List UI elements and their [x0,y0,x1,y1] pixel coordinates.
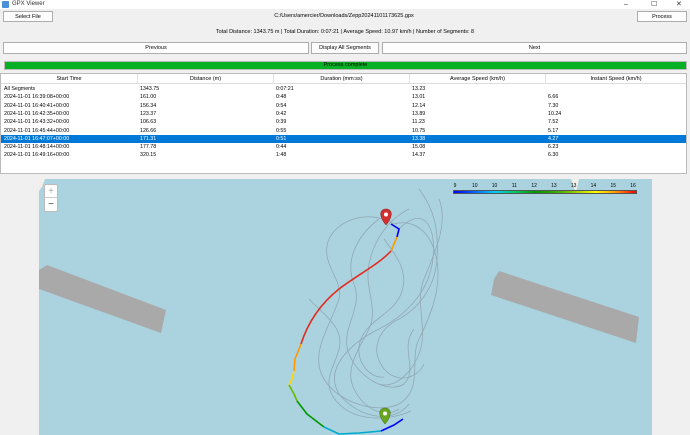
map-canvas [39,179,639,435]
legend-tick-label: 12 [531,183,537,189]
pier-left [39,265,166,333]
table-row[interactable]: 2024-11-01 16:49:16+00:00 320.15 1:48 14.37… [1,151,686,159]
table-cell: 0:51 [276,135,287,142]
table-cell: 0:07:21 [276,86,294,92]
header-duration[interactable]: Duration (mm:ss) [274,74,410,84]
table-row[interactable]: 2024-11-01 16:43:32+00:00 106.63 0:39 11.23… [1,118,686,126]
minimize-icon[interactable]: – [624,0,628,9]
table-cell: 161.00 [140,94,157,101]
table-cell: All Segments [4,86,36,92]
table-cell: 0:48 [276,94,287,101]
zoom-in-button[interactable]: + [45,185,57,198]
speed-color-legend: 9 10 10 11 12 13 13 14 15 16 [453,183,637,194]
display-all-segments-button[interactable]: Display All Segments [311,42,379,54]
table-cell: 5.17 [548,127,559,134]
table-cell: 156.34 [140,102,157,109]
table-cell: 13.01 [412,94,426,101]
table-cell: 2024-11-01 16:42:35+00:00 [4,110,70,117]
pier-right [491,271,639,343]
table-cell: 106.63 [140,119,157,126]
table-cell: 123.37 [140,110,157,117]
table-cell: 13.38 [412,135,426,142]
table-row[interactable]: 2024-11-01 16:42:35+00:00 123.37 0:42 13.89… [1,110,686,118]
table-cell: 7.52 [548,119,559,126]
table-cell: 0:44 [276,144,287,151]
table-row[interactable]: 2024-11-01 16:45:44+00:00 126.66 0:55 10.75… [1,127,686,135]
table-cell: 15.08 [412,144,426,151]
legend-tick-label: 10 [491,183,498,189]
progress-bar: Process complete [4,61,687,70]
table-cell: 1343.75 [140,86,160,92]
table-cell: 10.24 [548,110,562,117]
table-header: Start Time Distance (m) Duration (mm:ss)… [1,74,686,84]
legend-color-bar [453,190,637,194]
table-cell: 13.89 [412,110,426,117]
header-distance[interactable]: Distance (m) [138,74,274,84]
zoom-out-button[interactable]: − [45,198,57,211]
table-row[interactable]: 2024-11-01 16:39:08+00:00 161.00 0:48 13.01… [1,93,686,101]
legend-tick-label: 10 [471,183,478,189]
table-cell: 0:39 [276,119,287,126]
legend-tick-label: 13 [570,183,577,189]
table-row[interactable]: 2024-11-01 16:47:07+00:00 171.31 0:51 13.38… [1,134,686,144]
table-cell: 4.27 [548,135,559,142]
select-file-button[interactable]: Select File [3,11,53,22]
table-cell: 11.23 [412,119,425,126]
table-cell: 2024-11-01 16:43:32+00:00 [4,119,70,126]
table-cell: 126.66 [140,127,157,134]
progress-text: Process complete [323,62,368,68]
legend-tick-label: 16 [630,183,636,189]
next-button[interactable]: Next [382,42,687,54]
table-cell: 2024-11-01 16:47:07+00:00 [4,135,70,142]
map-view[interactable]: + − 9 10 10 11 12 13 13 14 15 16 [39,179,652,435]
file-path-label: C:/Users/amercier/Downloads/Zepp20241101… [274,13,414,19]
header-average-speed[interactable]: Average Speed (km/h) [410,74,546,84]
end-marker[interactable] [380,208,392,226]
summary-text: Total Distance: 1343.75 m | Total Durati… [215,29,475,35]
table-cell: 6.30 [548,152,559,159]
legend-tick-label: 9 [453,183,457,189]
table-cell: 14.37 [412,152,426,159]
table-cell: 177.78 [140,144,157,151]
header-start-time[interactable]: Start Time [1,74,138,84]
table-cell: 0:55 [276,127,287,134]
zoom-control: + − [44,184,58,212]
table-row[interactable]: 2024-11-01 16:40:41+00:00 156.34 0:54 12.14… [1,102,686,110]
table-cell: 2024-11-01 16:49:16+00:00 [4,152,70,159]
table-cell: 0:42 [276,110,287,117]
table-row[interactable]: 2024-11-01 16:48:14+00:00 177.78 0:44 15.08… [1,143,686,151]
process-button[interactable]: Process [637,11,687,22]
table-cell: 6.23 [548,144,559,151]
selected-track-segment [288,223,404,435]
table-cell: 1:48 [276,152,287,159]
header-instant-speed[interactable]: Instant Speed (km/h) [546,74,686,84]
legend-tick-label: 13 [551,183,557,189]
table-cell: 2024-11-01 16:39:08+00:00 [4,94,70,101]
table-cell: 2024-11-01 16:45:44+00:00 [4,127,70,134]
table-cell: 2024-11-01 16:40:41+00:00 [4,102,70,109]
table-cell: 7.30 [548,102,559,109]
table-cell: 13.23 [412,86,426,92]
table-cell: 0:54 [276,102,287,109]
table-row[interactable]: All Segments 1343.75 0:07:21 13.23 [1,85,686,93]
title-bar: GPX Viewer – ☐ ✕ [0,0,690,9]
table-cell: 10.75 [412,127,426,134]
segments-table: Start Time Distance (m) Duration (mm:ss)… [0,73,687,174]
table-cell: 6.66 [548,94,559,101]
legend-tick-label: 15 [610,183,616,189]
legend-tick-label: 14 [590,183,597,189]
app-icon [2,1,9,8]
track-history [308,188,443,419]
maximize-icon[interactable]: ☐ [651,0,657,9]
previous-button[interactable]: Previous [3,42,309,54]
window-title: GPX Viewer [12,1,45,7]
table-cell: 171.31 [140,135,157,142]
start-marker[interactable] [379,407,391,425]
table-cell: 12.14 [412,102,426,109]
table-cell: 2024-11-01 16:48:14+00:00 [4,144,70,151]
legend-tick-label: 11 [511,183,517,189]
close-icon[interactable]: ✕ [676,0,682,9]
table-cell: 320.15 [140,152,157,159]
